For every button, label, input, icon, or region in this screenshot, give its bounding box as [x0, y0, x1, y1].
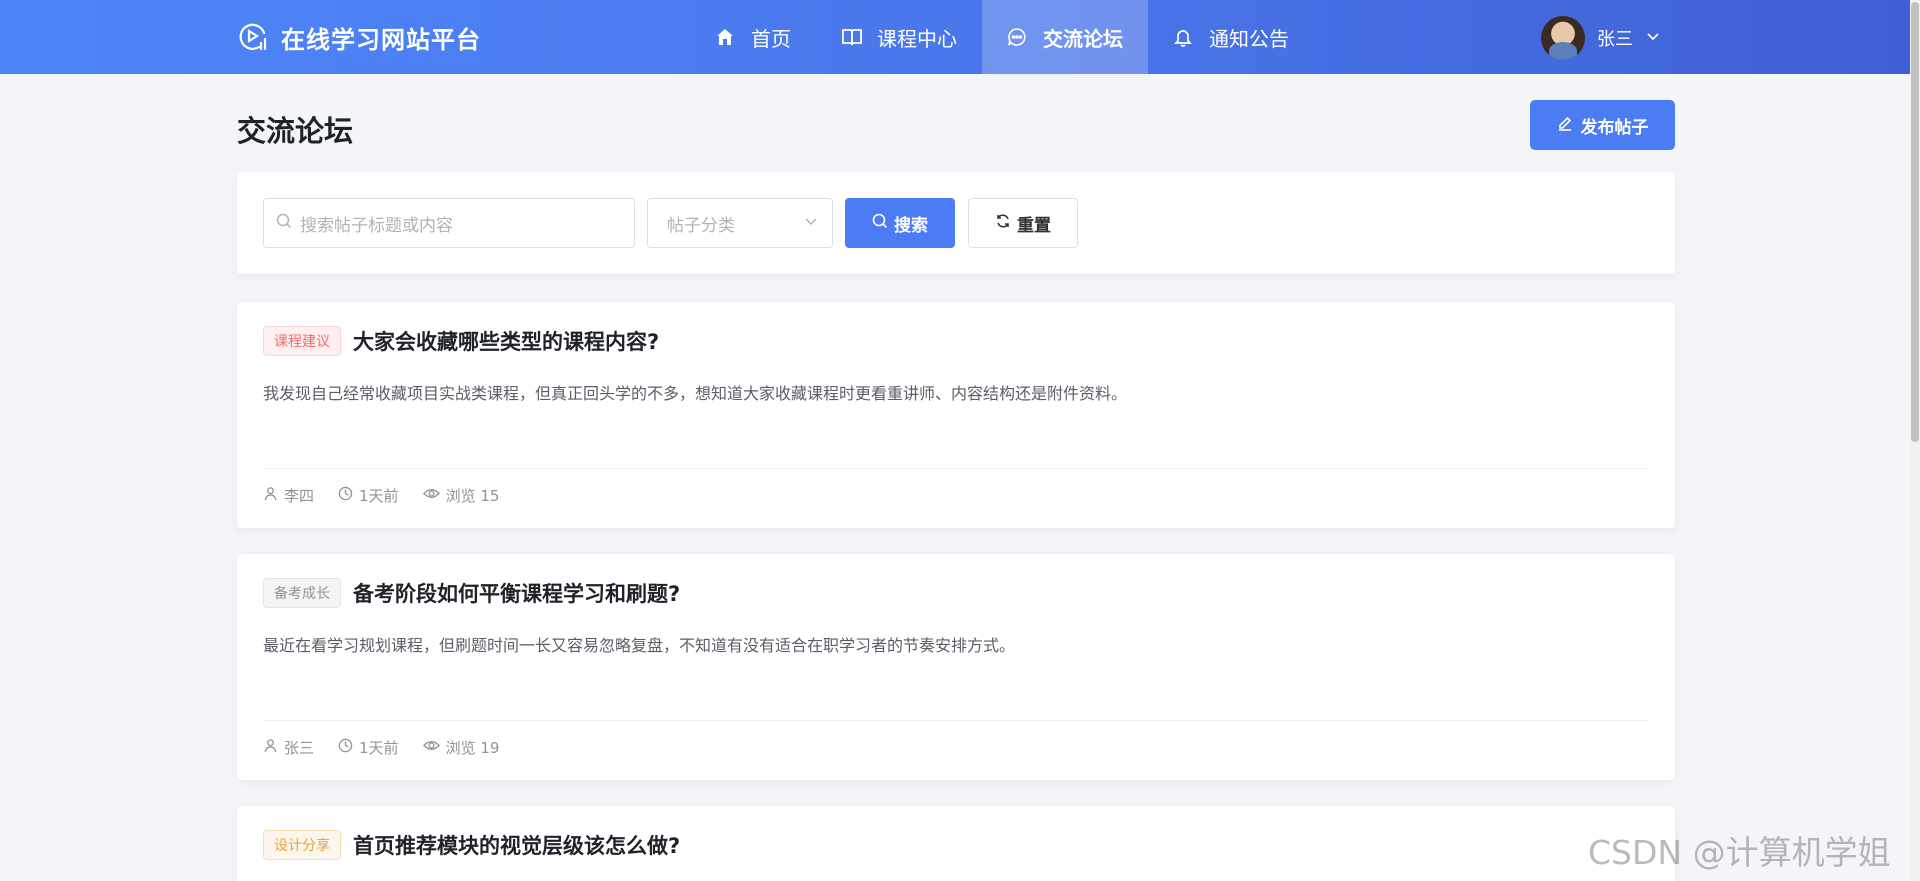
book-icon: [841, 26, 863, 48]
page-scrollbar[interactable]: [1910, 0, 1920, 881]
nav-item-label: 首页: [751, 26, 791, 51]
post-title[interactable]: 大家会收藏哪些类型的课程内容?: [353, 326, 659, 356]
post-summary: 最近在看学习规划课程，但刷题时间一长又容易忽略复盘，不知道有没有适合在职学习者的…: [263, 636, 1016, 655]
nav-item-courses[interactable]: 课程中心: [816, 0, 982, 74]
post-author-name: 张三: [284, 739, 315, 757]
post-time: 1天前: [338, 485, 399, 506]
nav-item-label: 交流论坛: [1043, 26, 1123, 51]
post-category-tag: 课程建议: [263, 326, 341, 356]
user-icon: [263, 738, 278, 757]
watermark: CSDN @计算机学姐: [1588, 833, 1891, 872]
post-meta: 李四 1天前 浏览 15: [263, 485, 499, 506]
user-name: 张三: [1597, 29, 1633, 50]
chat-icon: [1007, 26, 1029, 48]
post-time: 1天前: [338, 737, 399, 758]
post-author: 张三: [263, 737, 314, 758]
post-header: 设计分享 首页推荐模块的视觉层级该怎么做?: [263, 830, 680, 860]
reset-button[interactable]: 重置: [968, 198, 1078, 248]
eye-icon: [422, 486, 440, 505]
clock-icon: [338, 738, 353, 757]
post-author-name: 李四: [284, 487, 315, 505]
publish-post-label: 发布帖子: [1580, 117, 1649, 138]
post-card[interactable]: 备考成长 备考阶段如何平衡课程学习和刷题? 最近在看学习规划课程，但刷题时间一长…: [237, 554, 1675, 780]
post-card[interactable]: 课程建议 大家会收藏哪些类型的课程内容? 我发现自己经常收藏项目实战类课程，但真…: [237, 302, 1675, 528]
post-summary: 我发现自己经常收藏项目实战类课程，但真正回头学的不多，想知道大家收藏课程时更看重…: [263, 384, 1128, 403]
clock-icon: [338, 486, 353, 505]
scrollbar-thumb[interactable]: [1911, 2, 1919, 442]
post-title[interactable]: 首页推荐模块的视觉层级该怎么做?: [353, 830, 680, 860]
user-menu[interactable]: 张三: [1541, 16, 1661, 60]
brand-title: 在线学习网站平台: [281, 25, 481, 54]
search-button-label: 搜索: [894, 215, 928, 236]
user-icon: [263, 486, 278, 505]
post-time-text: 1天前: [359, 487, 399, 505]
publish-post-button[interactable]: 发布帖子: [1530, 100, 1675, 150]
post-views-text: 浏览 15: [445, 487, 500, 505]
filter-panel: 搜索帖子标题或内容 帖子分类 搜索 重置: [237, 172, 1675, 274]
search-input[interactable]: 搜索帖子标题或内容: [263, 198, 635, 248]
brand[interactable]: 在线学习网站平台: [237, 20, 481, 54]
bell-icon: [1173, 26, 1195, 48]
nav-item-home[interactable]: 首页: [690, 0, 816, 74]
post-header: 备考成长 备考阶段如何平衡课程学习和刷题?: [263, 578, 680, 608]
edit-icon: [1557, 115, 1573, 136]
nav-item-label: 通知公告: [1209, 26, 1289, 51]
post-title[interactable]: 备考阶段如何平衡课程学习和刷题?: [353, 578, 680, 608]
chevron-down-icon: [1645, 28, 1661, 49]
post-meta: 张三 1天前 浏览 19: [263, 737, 499, 758]
post-category-tag: 设计分享: [263, 830, 341, 860]
search-icon: [276, 213, 292, 234]
post-author: 李四: [263, 485, 314, 506]
reset-button-label: 重置: [1017, 215, 1051, 236]
post-views-text: 浏览 19: [445, 739, 500, 757]
nav-item-notices[interactable]: 通知公告: [1148, 0, 1314, 74]
refresh-icon: [995, 213, 1011, 234]
post-time-text: 1天前: [359, 739, 399, 757]
post-views: 浏览 19: [422, 737, 500, 758]
search-icon: [872, 213, 888, 234]
category-placeholder: 帖子分类: [667, 215, 735, 236]
page-title: 交流论坛: [237, 114, 354, 148]
post-category-tag: 备考成长: [263, 578, 341, 608]
post-views: 浏览 15: [422, 485, 500, 506]
divider: [263, 468, 1649, 469]
post-header: 课程建议 大家会收藏哪些类型的课程内容?: [263, 326, 659, 356]
avatar: [1541, 16, 1585, 60]
play-chart-logo-icon: [237, 21, 269, 53]
nav-item-forum[interactable]: 交流论坛: [982, 0, 1148, 74]
top-navigation-bar: 在线学习网站平台 首页 课程中心 交流论坛 通知公告 张三: [0, 0, 1910, 74]
search-button[interactable]: 搜索: [845, 198, 955, 248]
nav-item-label: 课程中心: [877, 26, 957, 51]
divider: [263, 720, 1649, 721]
chevron-down-icon: [804, 213, 818, 233]
eye-icon: [422, 738, 440, 757]
post-card[interactable]: 设计分享 首页推荐模块的视觉层级该怎么做?: [237, 806, 1675, 881]
main-nav: 首页 课程中心 交流论坛 通知公告: [690, 0, 1314, 74]
home-icon: [715, 26, 737, 48]
category-select[interactable]: 帖子分类: [647, 198, 833, 248]
search-placeholder: 搜索帖子标题或内容: [300, 215, 453, 236]
